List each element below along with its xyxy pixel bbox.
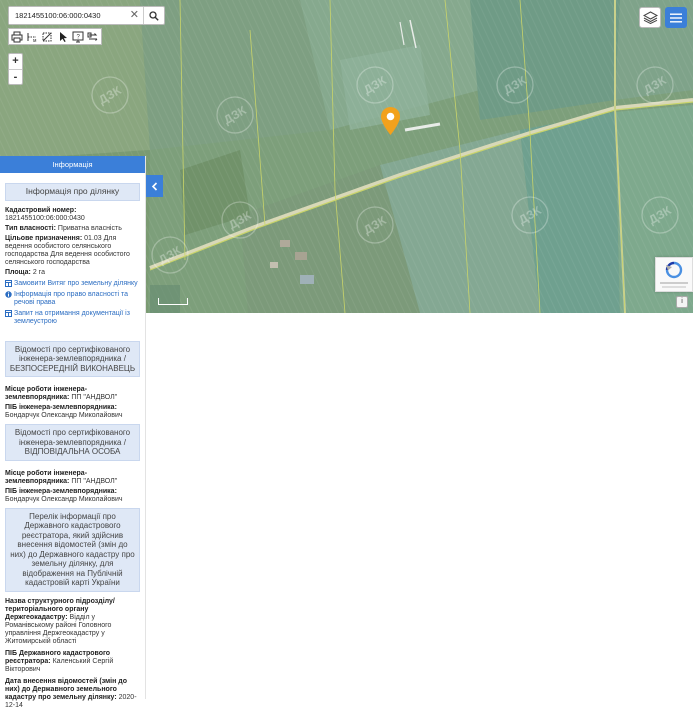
registrar-name-field: ПІБ Державного кадастрового реєстратора:… [5,649,114,673]
ownership-field: Тип власності: Приватна власність [5,224,122,232]
parcel-section-title: Інформація про ділянку [5,183,140,201]
documentation-request-link[interactable]: Запит на отримання документації із земле… [5,310,140,326]
layers-icon [642,11,658,24]
hamburger-icon [670,13,682,22]
search-bar: ✕ [8,6,165,25]
registrar-date-field: Дата внесення відомостей (змін до них) д… [5,677,137,709]
responsible-name-field: ПІБ інженера-землевпорядника: Бондарчук О… [5,487,123,503]
executor-section-title: Відомості про сертифікованого інженера-з… [5,340,140,377]
menu-button[interactable] [665,7,687,28]
panel-header: Інформація [0,156,145,173]
clear-icon[interactable]: ✕ [126,7,144,24]
zoom-out-button[interactable]: - [9,69,22,84]
zoom-control: + - [8,53,23,85]
zoom-in-button[interactable]: + [9,54,22,69]
recaptcha-badge[interactable] [655,257,693,292]
measure-area-icon[interactable] [41,30,54,43]
executor-workplace-field: Місце роботи інженера-землевпорядника: П… [5,386,118,401]
table-icon [5,280,12,287]
info-panel: Інформація Інформація про ділянку Кадаст… [0,156,146,709]
registrar-unit-field: Назва структурного підрозділу/ територіа… [5,597,115,645]
map-toolbar: м ? [8,28,102,45]
cadastral-number-value: 1821455100:06:000:0430 [5,214,85,222]
scale-bar [158,298,188,305]
search-button[interactable] [143,7,164,24]
route-icon[interactable] [87,30,100,43]
info-icon [5,291,12,298]
executor-name-field: ПІБ інженера-землевпорядника: Бондарчук О… [5,404,123,419]
location-marker-icon[interactable] [381,107,400,135]
map-blank-area [146,313,693,699]
registrar-section-title: Перелік інформації про Державного кадаст… [5,507,140,592]
print-icon[interactable] [10,30,23,43]
area-field: Площа: 2 га [5,268,45,276]
chevron-left-icon [151,181,158,191]
order-extract-link[interactable]: Замовити Витяг про земельну ділянку [5,280,140,288]
layers-button[interactable] [639,7,661,28]
table-icon [5,310,12,317]
cadastral-search-input[interactable] [9,7,126,24]
cadastral-number-field: Кадастровий номер: 1821455100:06:000:043… [5,206,85,222]
purpose-field: Цільове призначення: 01.03 Для ведення о… [5,234,130,266]
info-identify-icon[interactable]: ? [71,30,84,43]
attribution-info-button[interactable]: i [676,296,688,308]
pointer-icon[interactable] [56,30,69,43]
ownership-rights-link[interactable]: Інформація про право власності та речові… [5,291,140,307]
svg-text:м: м [33,38,37,43]
recaptcha-icon [665,261,683,279]
measure-distance-icon[interactable]: м [25,30,38,43]
responsible-workplace-field: Місце роботи інженера-землевпорядника: П… [5,469,118,485]
search-icon [149,10,159,21]
responsible-section-title: Відомості про сертифікованого інженера-з… [5,424,140,461]
collapse-panel-button[interactable] [146,175,163,197]
